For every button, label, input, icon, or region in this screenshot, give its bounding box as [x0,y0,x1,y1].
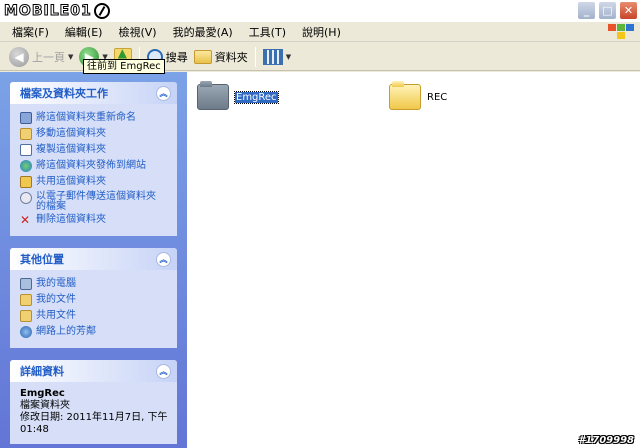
shared-documents-icon [20,310,32,322]
email-icon [20,192,32,204]
logo-wheel-icon [93,3,110,19]
task-rename-folder[interactable]: 將這個資料夾重新命名 [20,110,169,126]
maximize-button[interactable]: □ [598,1,617,20]
move-icon [20,128,32,140]
folder-name: REC [427,91,448,103]
folder-icon [389,81,421,110]
menu-bar: 檔案(F) 編輯(E) 檢視(V) 我的最愛(A) 工具(T) 說明(H) [0,22,640,42]
place-shared-documents[interactable]: 共用文件 [20,308,169,324]
other-places-title: 其他位置 [20,253,64,266]
task-publish-web[interactable]: 將這個資料夾發佈到網站 [20,158,169,174]
menu-tools[interactable]: 工具(T) [241,24,294,40]
details-title: 詳細資料 [20,365,64,378]
back-dropdown-icon[interactable]: ▼ [68,53,73,61]
details-modified-date: 修改日期: 2011年11月7日, 下午 01:48 [20,412,168,435]
network-places-icon [20,326,32,338]
other-places-panel: 其他位置 ︽ 我的電腦 我的文件 共用文件 網路上的芳鄰 [10,248,177,348]
back-label: 上一頁 [32,50,65,64]
menu-help[interactable]: 說明(H) [294,24,349,40]
other-places-header[interactable]: 其他位置 ︽ [10,248,177,270]
place-my-documents[interactable]: 我的文件 [20,292,169,308]
my-computer-icon [20,278,32,290]
views-icon [262,48,283,65]
menu-file[interactable]: 檔案(F) [4,24,57,40]
copy-icon [20,144,32,156]
folder-name: EmgRec [234,90,279,104]
folder-item[interactable]: EmgRec [197,81,279,110]
close-button[interactable]: ✕ [619,1,638,20]
search-label: 搜尋 [165,50,188,64]
folder-icon [193,49,212,64]
window-controls: _ □ ✕ [577,1,638,20]
menu-view[interactable]: 檢視(V) [110,24,164,40]
details-item-name: EmgRec [20,388,65,399]
my-documents-icon [20,294,32,306]
watermark-text: #1709998 [578,435,634,446]
collapse-chevron-icon[interactable]: ︽ [156,251,171,267]
folder-icon [197,81,229,110]
task-delete-folder[interactable]: ✕ 刪除這個資料夾 [20,212,169,228]
rename-icon [20,112,32,124]
file-tasks-panel: 檔案及資料夾工作 ︽ 將這個資料夾重新命名 移動這個資料夾 複製這個資料夾 將這… [10,82,177,236]
views-dropdown-icon[interactable]: ▼ [286,53,291,61]
place-network[interactable]: 網路上的芳鄰 [20,324,169,340]
menu-favorites[interactable]: 我的最愛(A) [165,24,241,40]
toolbar-separator [254,46,256,67]
back-button[interactable]: ◀ 上一頁 ▼ [6,45,76,69]
folders-label: 資料夾 [214,50,248,64]
title-bar: MOBILE01 _ □ ✕ [0,0,640,22]
file-tasks-header[interactable]: 檔案及資料夾工作 ︽ [10,82,177,104]
share-icon [20,176,32,188]
delete-icon: ✕ [20,213,31,227]
task-pane: 檔案及資料夾工作 ︽ 將這個資料夾重新命名 移動這個資料夾 複製這個資料夾 將這… [0,72,187,448]
mobile01-logo: MOBILE01 [4,2,110,20]
details-item-type: 檔案資料夾 [20,400,70,411]
file-tasks-title: 檔案及資料夾工作 [20,87,108,100]
collapse-chevron-icon[interactable]: ︽ [156,85,171,101]
task-copy-folder[interactable]: 複製這個資料夾 [20,142,169,158]
details-panel: 詳細資料 ︽ EmgRec 檔案資料夾 修改日期: 2011年11月7日, 下午… [10,360,177,444]
place-my-computer[interactable]: 我的電腦 [20,276,169,292]
minimize-button[interactable]: _ [577,1,596,20]
file-list-area[interactable]: EmgRec REC [187,72,640,448]
logo-text: MOBILE01 [4,3,92,20]
views-button[interactable]: ▼ [260,45,294,69]
task-share-folder[interactable]: 共用這個資料夾 [20,174,169,190]
menu-edit[interactable]: 編輯(E) [57,24,111,40]
folder-item[interactable]: REC [389,81,448,110]
forward-tooltip: 往前到 EmgRec [83,59,165,74]
collapse-chevron-icon[interactable]: ︽ [156,363,171,379]
task-email-folder[interactable]: 以電子郵件傳送這個資料夾的檔案 [20,190,169,212]
task-move-folder[interactable]: 移動這個資料夾 [20,126,169,142]
windows-logo-icon [606,22,636,42]
folders-button[interactable]: 資料夾 [191,45,251,69]
back-arrow-icon: ◀ [9,46,29,67]
publish-web-icon [20,160,32,172]
details-header[interactable]: 詳細資料 ︽ [10,360,177,382]
